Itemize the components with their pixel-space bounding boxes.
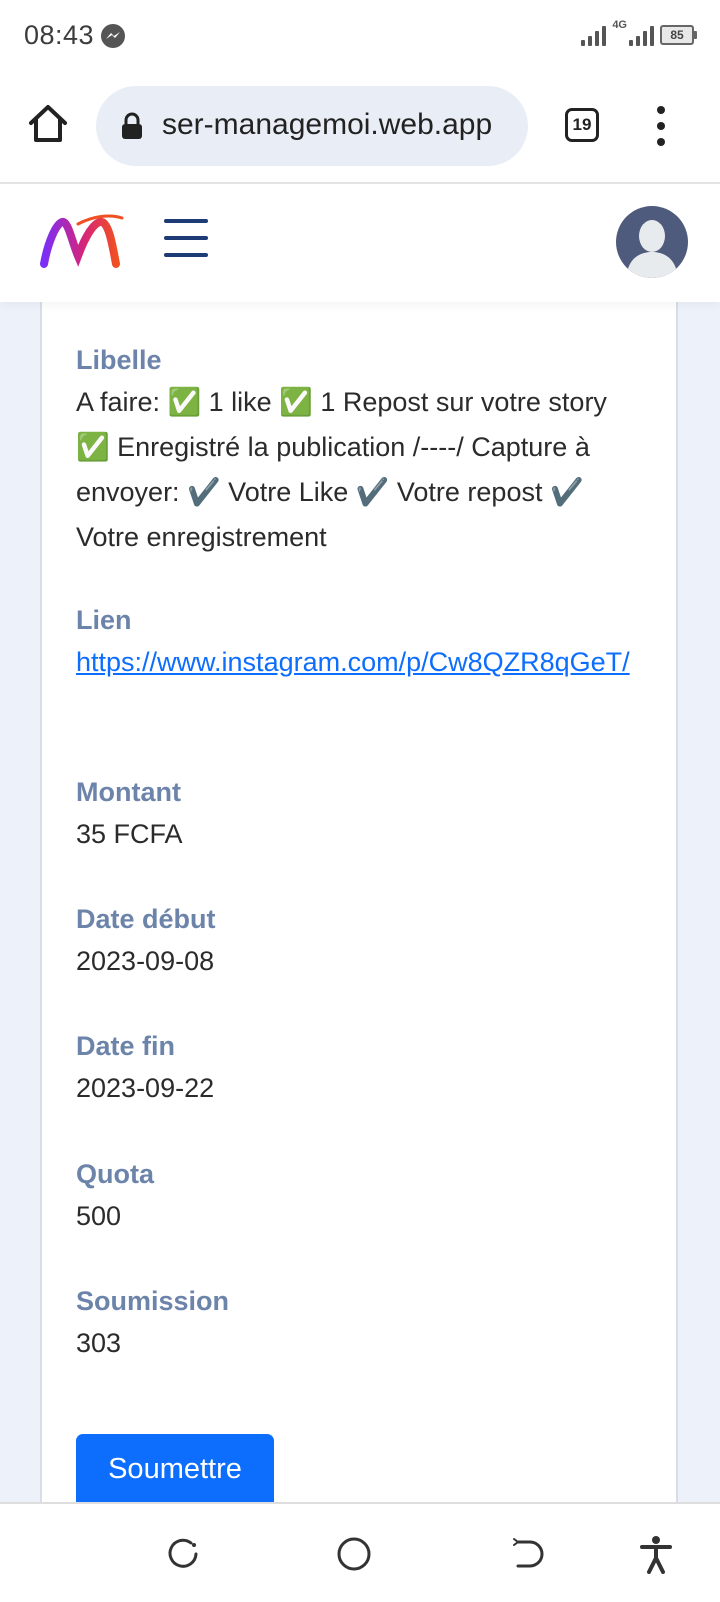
- field-libelle: Libelle A faire: ✅ 1 like ✅ 1 Repost sur…: [76, 340, 646, 560]
- home-circle-icon[interactable]: [334, 1534, 374, 1574]
- more-vert-icon[interactable]: [652, 106, 668, 146]
- recent-apps-icon[interactable]: [163, 1534, 203, 1574]
- back-icon[interactable]: [506, 1534, 546, 1574]
- lock-icon: [122, 112, 142, 139]
- network-type: 4G: [612, 19, 627, 31]
- url-text[interactable]: ser-managemoi.web.app: [162, 108, 512, 142]
- system-nav-bar: [0, 1502, 720, 1602]
- date-fin-value: 2023-09-22: [76, 1073, 215, 1103]
- field-soumission: Soumission 303: [76, 1281, 646, 1366]
- date-fin-label: Date fin: [76, 1031, 176, 1061]
- field-date-fin: Date fin 2023-09-22: [76, 1026, 646, 1111]
- quota-label: Quota: [76, 1159, 154, 1189]
- lien-link[interactable]: https://www.instagram.com/p/Cw8QZR8qGeT/: [76, 647, 630, 677]
- status-indicators: 4G 85: [581, 19, 697, 50]
- browser-toolbar: ser-managemoi.web.app 19: [0, 72, 720, 184]
- app-logo[interactable]: [38, 212, 124, 272]
- date-debut-value: 2023-09-08: [76, 946, 215, 976]
- campaign-detail-card: Libelle A faire: ✅ 1 like ✅ 1 Repost sur…: [40, 302, 678, 1510]
- app-navbar: [0, 184, 720, 302]
- status-bar: 08:43 4G 85: [0, 0, 720, 72]
- address-bar[interactable]: ser-managemoi.web.app: [96, 86, 528, 166]
- tab-switcher-button[interactable]: 19: [565, 108, 599, 142]
- submit-button[interactable]: Soumettre: [76, 1434, 274, 1510]
- soumission-value: 303: [76, 1328, 122, 1358]
- hamburger-icon[interactable]: [164, 219, 208, 259]
- signal-icon-2: [629, 24, 654, 46]
- home-icon[interactable]: [26, 102, 70, 146]
- libelle-value: A faire: ✅ 1 like ✅ 1 Repost sur votre s…: [76, 387, 607, 552]
- accessibility-icon[interactable]: [636, 1534, 676, 1574]
- libelle-label: Libelle: [76, 345, 162, 375]
- user-avatar[interactable]: [616, 206, 688, 278]
- signal-icon: [581, 24, 607, 46]
- montant-value: 35 FCFA: [76, 819, 183, 849]
- field-montant: Montant 35 FCFA: [76, 772, 646, 857]
- messenger-icon: [101, 24, 125, 48]
- quota-value: 500: [76, 1201, 122, 1231]
- status-time: 08:43: [24, 20, 95, 50]
- field-date-debut: Date début 2023-09-08: [76, 899, 646, 984]
- montant-label: Montant: [76, 777, 181, 807]
- soumission-label: Soumission: [76, 1286, 230, 1316]
- field-lien: Lien https://www.instagram.com/p/Cw8QZR8…: [76, 600, 646, 685]
- date-debut-label: Date début: [76, 904, 216, 934]
- field-quota: Quota 500: [76, 1154, 646, 1239]
- avatar-silhouette-icon: [626, 220, 678, 278]
- lien-label: Lien: [76, 605, 132, 635]
- battery-icon: 85: [660, 25, 697, 45]
